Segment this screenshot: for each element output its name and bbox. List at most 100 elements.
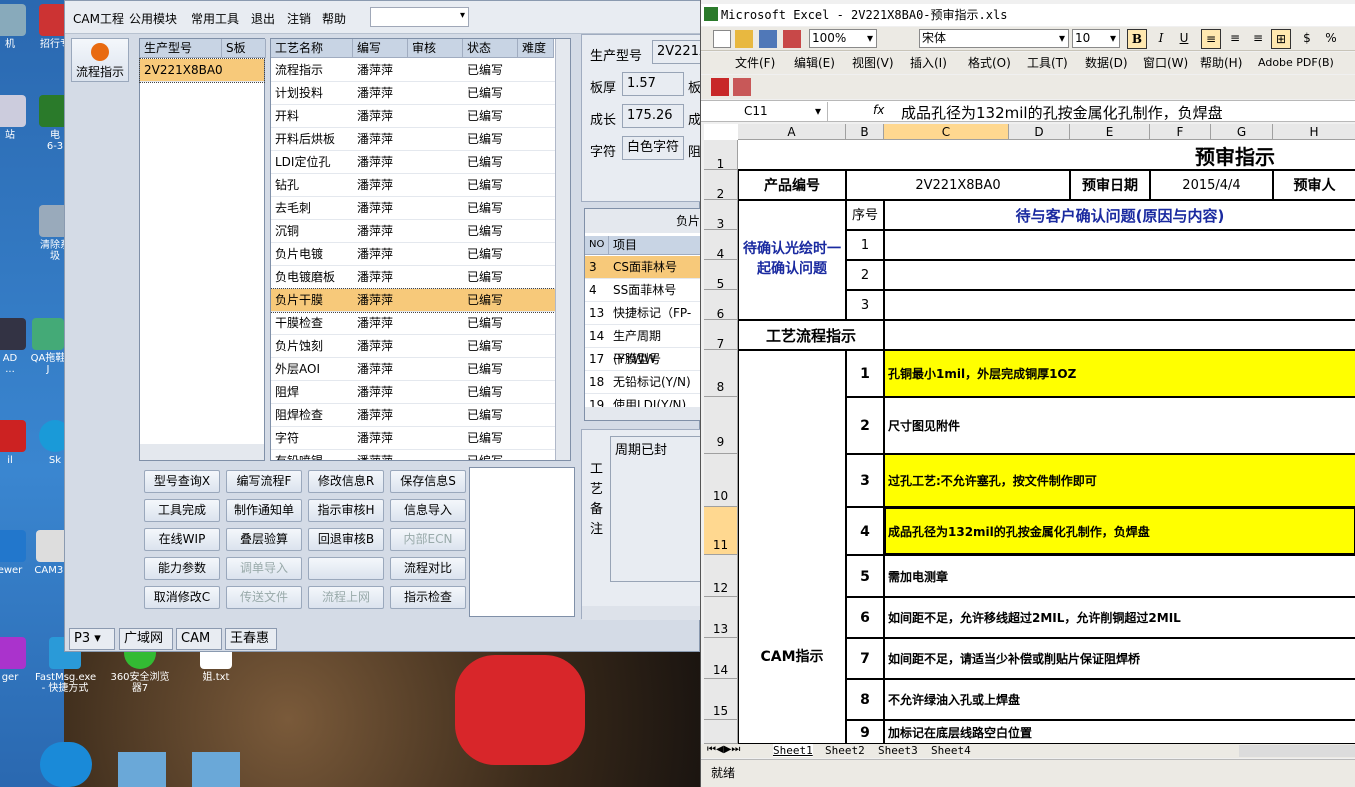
row-header[interactable]: 15 — [704, 679, 738, 720]
desktop-icon-image-1[interactable] — [118, 752, 166, 787]
table-row[interactable]: LDI定位孔 潘萍萍 已编写 — [271, 151, 555, 174]
reviewer-col-header[interactable]: 审核 — [408, 39, 463, 58]
instruction-cell[interactable]: 如间距不足，请适当少补偿或削贴片保证阻焊桥 — [884, 638, 1355, 679]
open-icon[interactable] — [735, 30, 753, 48]
column-header[interactable]: A — [738, 124, 846, 140]
sheet-tab-1[interactable]: Sheet1 — [773, 744, 813, 757]
menu-insert[interactable]: 插入(I) — [910, 51, 947, 75]
char-field[interactable]: 白色字符 — [622, 136, 684, 160]
column-header[interactable]: D — [1009, 124, 1070, 140]
flow-instruction-button[interactable]: 流程指示 — [71, 38, 129, 82]
action-button[interactable]: 在线WIP — [144, 528, 220, 551]
menu-window[interactable]: 窗口(W) — [1143, 51, 1188, 75]
row-header[interactable]: 10 — [704, 454, 738, 507]
side-textbox[interactable] — [469, 467, 575, 617]
flow-cell[interactable] — [884, 320, 1355, 350]
instruction-cell[interactable]: 加标记在底层线路空白位置 — [884, 720, 1355, 744]
table-row[interactable]: 3 CS面菲林号 — [585, 256, 700, 279]
row-header[interactable]: 7 — [704, 320, 738, 351]
action-button[interactable]: 型号查询X — [144, 470, 220, 493]
desktop-icon-image-2[interactable] — [192, 752, 240, 787]
status-tab-cam[interactable]: CAM — [176, 628, 222, 650]
sheet-hscrollbar[interactable] — [1239, 745, 1355, 757]
row-header[interactable] — [704, 720, 738, 744]
column-header[interactable]: B — [846, 124, 884, 140]
table-row[interactable]: 流程指示 潘萍萍 已编写 — [271, 59, 555, 82]
row-header[interactable]: 11 — [704, 507, 738, 555]
pdf-save-icon[interactable] — [783, 30, 801, 48]
action-button[interactable]: 制作通知单 — [226, 499, 302, 522]
align-left-button[interactable]: ≡ — [1201, 29, 1221, 49]
row-header[interactable]: 2 — [704, 170, 738, 201]
table-row[interactable]: 18 无铅标记(Y/N) — [585, 371, 700, 394]
remark-textarea[interactable]: 周期已封 — [610, 436, 702, 582]
table-row[interactable]: 沉铜 潘萍萍 已编写 — [271, 220, 555, 243]
row-header[interactable]: 4 — [704, 230, 738, 261]
percent-button[interactable]: % — [1321, 29, 1341, 49]
column-header[interactable]: G — [1211, 124, 1273, 140]
align-right-button[interactable]: ≡ — [1248, 29, 1268, 49]
table-row[interactable]: 有铅喷锡 潘萍萍 已编写 — [271, 450, 555, 460]
menu-edit[interactable]: 编辑(E) — [794, 51, 835, 75]
menu-common-tools[interactable]: 常用工具 — [191, 10, 239, 27]
action-button[interactable]: 流程对比 — [390, 557, 466, 580]
instruction-num[interactable]: 7 — [846, 638, 884, 679]
table-row[interactable]: 字符 潘萍萍 已编写 — [271, 427, 555, 450]
difficulty-col-header[interactable]: 难度 — [518, 39, 554, 58]
font-combo[interactable]: 宋体 ▾ — [919, 29, 1069, 48]
remark-hscrollbar[interactable] — [582, 606, 700, 620]
menu-help[interactable]: 帮助(H) — [1200, 51, 1242, 75]
zoom-combo[interactable]: 100% ▾ — [809, 29, 877, 48]
table-row[interactable]: 负片电镀 潘萍萍 已编写 — [271, 243, 555, 266]
fx-icon[interactable]: fx — [873, 103, 884, 117]
bold-button[interactable]: B — [1127, 29, 1147, 49]
model-col-header[interactable]: 生产型号 — [140, 39, 222, 58]
menu-data[interactable]: 数据(D) — [1085, 51, 1128, 75]
action-button[interactable]: 指示审核H — [308, 499, 384, 522]
row-header[interactable]: 6 — [704, 290, 738, 321]
action-button[interactable]: 保存信息S — [390, 470, 466, 493]
instruction-num[interactable]: 6 — [846, 597, 884, 638]
sheet-tab-4[interactable]: Sheet4 — [931, 744, 971, 757]
items-hscrollbar[interactable] — [585, 407, 700, 420]
instruction-num[interactable]: 2 — [846, 397, 884, 454]
table-row[interactable]: 17 干膜型号 — [585, 348, 700, 371]
sheet-nav-arrows[interactable]: ⏮◀▶⏭ — [707, 744, 740, 755]
pdf-email-icon[interactable] — [733, 78, 751, 96]
length-field[interactable]: 175.26 — [622, 104, 684, 128]
instruction-num[interactable]: 1 — [846, 350, 884, 397]
table-row[interactable]: 4 SS面菲林号 — [585, 279, 700, 302]
table-row[interactable]: 阻焊 潘萍萍 已编写 — [271, 381, 555, 404]
model-hscrollbar[interactable] — [140, 444, 264, 460]
merge-center-button[interactable]: ⊞ — [1271, 29, 1291, 49]
table-row[interactable]: 钻孔 潘萍萍 已编写 — [271, 174, 555, 197]
action-button[interactable]: 工具完成 — [144, 499, 220, 522]
thickness-field[interactable]: 1.57 — [622, 72, 684, 96]
column-header[interactable]: F — [1150, 124, 1211, 140]
action-button[interactable]: 流程上网 — [308, 586, 384, 609]
row-header[interactable]: 14 — [704, 638, 738, 679]
pending-num[interactable]: 1 — [846, 230, 884, 260]
instruction-cell[interactable]: 成品孔径为132mil的孔按金属化孔制作，负焊盘 — [884, 507, 1355, 555]
desktop-icon-manager[interactable]: ger — [0, 637, 40, 683]
table-row[interactable]: 开料后烘板 潘萍萍 已编写 — [271, 128, 555, 151]
instruction-num[interactable]: 9 — [846, 720, 884, 744]
row-header[interactable]: 5 — [704, 260, 738, 291]
no-col-header[interactable]: NO — [585, 236, 609, 255]
column-header[interactable]: E — [1070, 124, 1150, 140]
formula-input[interactable]: 成品孔径为132mil的孔按金属化孔制作，负焊盘 — [901, 102, 1223, 123]
table-row[interactable]: 13 快捷标记（FP- — [585, 302, 700, 325]
menu-cam-project[interactable]: CAM工程 — [73, 10, 124, 27]
menu-view[interactable]: 视图(V) — [852, 51, 894, 75]
action-button[interactable]: 信息导入 — [390, 499, 466, 522]
action-button[interactable]: 指示检查 — [390, 586, 466, 609]
pending-num[interactable]: 3 — [846, 290, 884, 320]
sheet-tab-3[interactable]: Sheet3 — [878, 744, 918, 757]
date-value[interactable]: 2015/4/4 — [1150, 170, 1273, 200]
save-icon[interactable] — [759, 30, 777, 48]
currency-button[interactable]: $ — [1297, 29, 1317, 49]
table-row[interactable]: 负片蚀刻 潘萍萍 已编写 — [271, 335, 555, 358]
item-col-header[interactable]: 项目 — [609, 236, 700, 255]
instruction-cell[interactable]: 尺寸图见附件 — [884, 397, 1355, 454]
column-header[interactable]: C — [884, 124, 1009, 140]
